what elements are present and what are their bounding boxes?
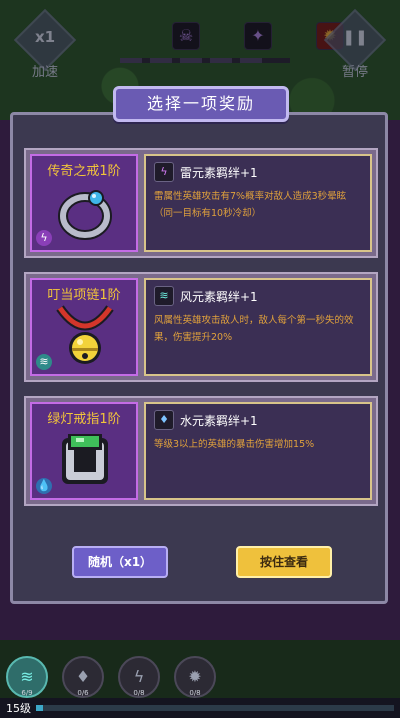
item-box: 叮当项链1阶 ≋ xyxy=(30,278,138,376)
item-name: 叮当项链1阶 xyxy=(47,288,121,303)
wind-skill-icon[interactable]: ≋ 6/9 xyxy=(6,656,48,698)
skill-count: 6/9 xyxy=(21,689,33,697)
skill-count: 0/6 xyxy=(77,689,89,697)
skill-count: 0/8 xyxy=(189,689,201,697)
bond-title: 雷元素羁绊+1 xyxy=(180,165,258,180)
item-description: 等级3以上的英雄的暴击伤害增加15% xyxy=(154,439,315,450)
panel-title: 选择一项奖励 xyxy=(113,86,289,122)
hold-to-view-button[interactable]: 按住查看 xyxy=(236,546,332,578)
bond-title: 水元素羁绊+1 xyxy=(180,413,258,428)
skill-bar: ≋ 6/9 ♦ 0/6 ϟ 0/8 ✹ 0/8 xyxy=(6,656,216,698)
reward-card-1[interactable]: 传奇之戒1阶 ϟ ϟ 雷元素羁绊+1 雷属性英雄攻击有7%概率对敌人造成3秒晕眩… xyxy=(24,148,378,258)
description-box: ♦ 水元素羁绊+1 等级3以上的英雄的暴击伤害增加15% xyxy=(144,402,372,500)
reward-card-3[interactable]: 绿灯戒指1阶 💧 ♦ 水元素羁绊+1 等级3以上的英雄的暴击伤害增加15% xyxy=(24,396,378,506)
level-label: 15级 xyxy=(6,702,31,715)
item-name: 绿灯戒指1阶 xyxy=(47,412,121,427)
skill-count: 0/8 xyxy=(133,689,145,697)
item-box: 传奇之戒1阶 ϟ xyxy=(30,154,138,252)
xp-fill xyxy=(36,705,44,711)
random-button[interactable]: 随机（x1） xyxy=(72,546,168,578)
reward-card-2[interactable]: 叮当项链1阶 ≋ ≋ 风元素羁绊+1 风属性英雄攻击敌人时，敌人每个第一秒失的效… xyxy=(24,272,378,382)
wind-element-icon: ≋ xyxy=(36,354,52,370)
fire-skill-icon[interactable]: ✹ 0/8 xyxy=(174,656,216,698)
bell-necklace-icon xyxy=(56,305,114,364)
item-box: 绿灯戒指1阶 💧 xyxy=(30,402,138,500)
bond-title: 风元素羁绊+1 xyxy=(180,289,258,304)
water-skill-icon[interactable]: ♦ 0/6 xyxy=(62,656,104,698)
thunder-element-icon: ϟ xyxy=(154,162,174,182)
water-element-icon: ♦ xyxy=(154,410,174,430)
green-ring-icon xyxy=(62,434,108,484)
level-bar: 15级 xyxy=(0,698,400,718)
ring-icon xyxy=(58,190,112,240)
thunder-skill-icon[interactable]: ϟ 0/8 xyxy=(118,656,160,698)
thunder-element-icon: ϟ xyxy=(36,230,52,246)
description-box: ≋ 风元素羁绊+1 风属性英雄攻击敌人时，敌人每个第一秒失的效果，伤害提升20% xyxy=(144,278,372,376)
xp-track xyxy=(36,705,394,711)
description-box: ϟ 雷元素羁绊+1 雷属性英雄攻击有7%概率对敌人造成3秒晕眩（同一目标有10秒… xyxy=(144,154,372,252)
item-name: 传奇之戒1阶 xyxy=(47,164,121,179)
water-element-icon: 💧 xyxy=(36,478,52,494)
wind-element-icon: ≋ xyxy=(154,286,174,306)
item-description: 雷属性英雄攻击有7%概率对敌人造成3秒晕眩（同一目标有10秒冷却） xyxy=(154,191,347,219)
item-description: 风属性英雄攻击敌人时，敌人每个第一秒失的效果，伤害提升20% xyxy=(154,315,354,343)
